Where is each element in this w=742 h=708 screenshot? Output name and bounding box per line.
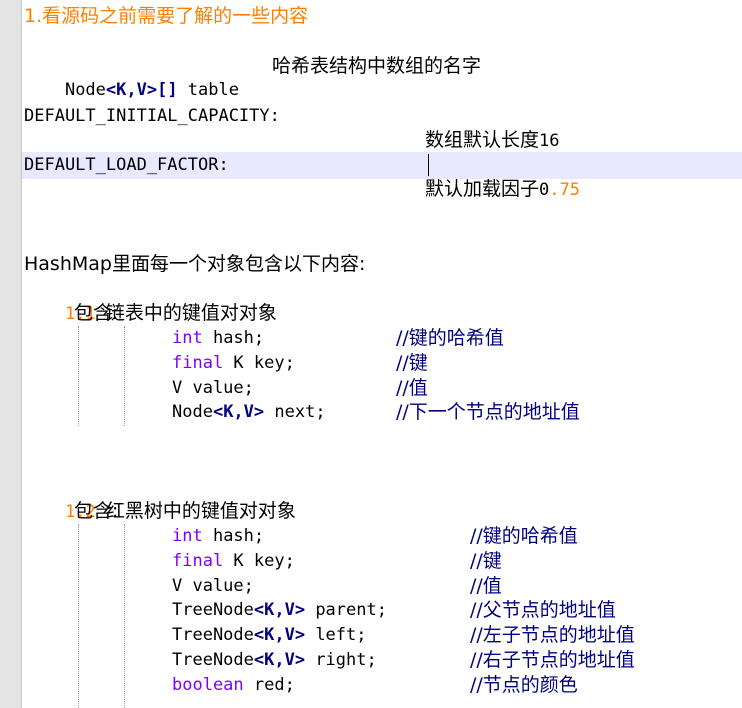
section2-contains: 包含: xyxy=(74,500,119,522)
hashmap-intro: HashMap里面每一个对象包含以下内容: xyxy=(24,253,366,275)
s2-field-key: final K key; xyxy=(172,549,295,573)
table-type: Node xyxy=(64,80,106,100)
s2-parent-type: TreeNode xyxy=(172,600,254,620)
s2-field-hash: int hash; xyxy=(172,524,264,548)
s2-left-type: TreeNode xyxy=(172,625,254,645)
s2-comment-parent: //父节点的地址值 xyxy=(470,599,616,621)
s1-next-generic: <K,V> xyxy=(212,402,265,422)
table-generic: <K,V>[] xyxy=(105,80,178,100)
s1-field-next: Node<K,V> next; xyxy=(172,400,326,424)
text-caret xyxy=(428,154,429,176)
table-name: table xyxy=(177,80,239,100)
s2-left-rest: left; xyxy=(305,625,367,645)
s2-parent-generic: <K,V> xyxy=(253,600,306,620)
s2-field-value: V value; xyxy=(172,576,254,596)
s1-next-type: Node xyxy=(172,402,213,422)
s2-hash-rest: hash; xyxy=(202,526,265,546)
s2-comment-red: //节点的颜色 xyxy=(470,674,578,696)
table-desc: 哈希表结构中数组的名字 xyxy=(272,55,482,77)
section2-header: 1.2 红黑树中的键值对对象 xyxy=(24,475,296,522)
table-line: Node<K,V>[] table xyxy=(24,54,239,100)
s1-comment-hash: //键的哈希值 xyxy=(396,327,504,349)
s2-comment-key: //键 xyxy=(470,550,502,572)
s2-comment-hash: //键的哈希值 xyxy=(470,525,578,547)
s1-next-rest: next; xyxy=(264,402,326,422)
section1-title: 链表中的键值对对象 xyxy=(105,302,277,324)
s1-field-value: V value; xyxy=(172,378,254,398)
s1-hash-rest: hash; xyxy=(202,328,265,348)
section1-header: 1.1 链表中的键值对对象 xyxy=(24,277,277,324)
s2-key-rest: K key; xyxy=(223,551,295,571)
s1-key-rest: K key; xyxy=(223,353,295,373)
s2-left-generic: <K,V> xyxy=(253,625,306,645)
s2-field-parent: TreeNode<K,V> parent; xyxy=(172,598,387,622)
s1-comment-next: //下一个节点的地址值 xyxy=(396,401,580,423)
s2-right-generic: <K,V> xyxy=(253,650,306,670)
s2-hash-kw: int xyxy=(172,526,203,546)
s2-comment-left: //左子节点的地址值 xyxy=(470,624,635,646)
s1-field-hash: int hash; xyxy=(172,326,264,350)
s2-red-kw: boolean xyxy=(172,675,244,695)
s1-field-key: final K key; xyxy=(172,351,295,375)
indent-guide xyxy=(78,326,79,426)
load-factor-num-int: 0 xyxy=(538,180,550,200)
s2-parent-rest: parent; xyxy=(305,600,387,620)
heading-line: 1.看源码之前需要了解的一些内容 xyxy=(24,5,309,27)
capacity-name: DEFAULT_INITIAL_CAPACITY: xyxy=(24,106,280,126)
load-factor-desc: 默认加载因子 xyxy=(424,178,539,200)
load-factor-value: 默认加载因子0.75 xyxy=(384,153,580,200)
s2-right-rest: right; xyxy=(305,650,377,670)
section1-contains: 包含: xyxy=(74,302,119,324)
s2-red-rest: red; xyxy=(243,675,295,695)
s1-comment-value: //值 xyxy=(396,377,428,399)
s1-comment-key: //键 xyxy=(396,352,428,374)
s1-hash-kw: int xyxy=(172,328,203,348)
s2-right-type: TreeNode xyxy=(172,650,254,670)
load-factor-num-frac: .75 xyxy=(549,180,580,200)
load-factor-name: DEFAULT_LOAD_FACTOR: xyxy=(24,155,229,175)
editor-gutter xyxy=(0,0,22,708)
s2-comment-value: //值 xyxy=(470,575,502,597)
s2-comment-right: //右子节点的地址值 xyxy=(470,649,635,671)
section2-title: 红黑树中的键值对对象 xyxy=(105,500,296,522)
s2-key-kw: final xyxy=(172,551,224,571)
s2-field-red: boolean red; xyxy=(172,673,295,697)
indent-guide xyxy=(124,524,125,708)
capacity-value: 数组默认长度16 xyxy=(384,104,560,151)
capacity-num: 16 xyxy=(538,131,560,151)
s2-field-right: TreeNode<K,V> right; xyxy=(172,648,377,672)
indent-guide xyxy=(78,524,79,708)
s2-field-left: TreeNode<K,V> left; xyxy=(172,623,367,647)
s1-key-kw: final xyxy=(172,353,224,373)
capacity-desc: 数组默认长度 xyxy=(424,129,539,151)
indent-guide xyxy=(124,326,125,426)
